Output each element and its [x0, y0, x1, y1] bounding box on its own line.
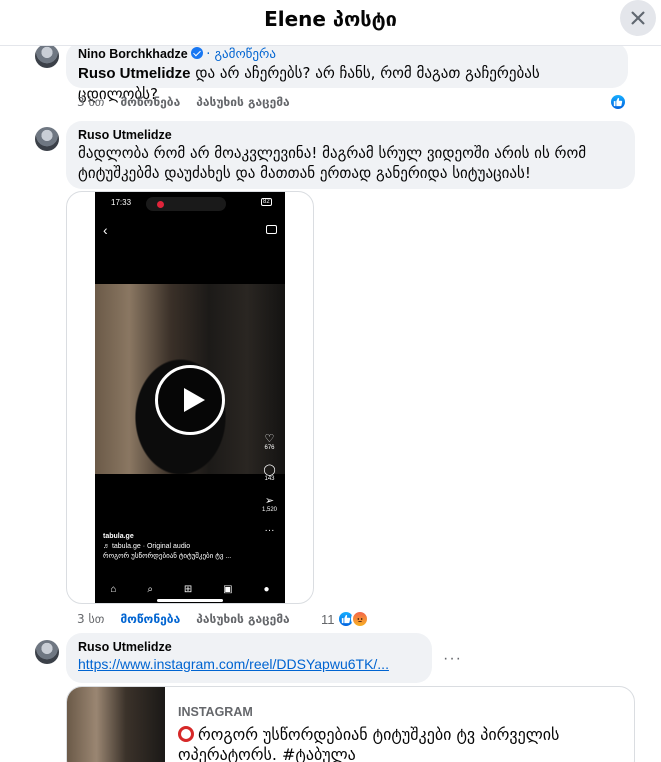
comment-time[interactable]: 3 სთ [77, 612, 104, 626]
reaction-summary[interactable] [609, 93, 627, 111]
reel-side-actions: ♡ 676 ◯ 143 ➢ 1,520 ··· [262, 432, 277, 548]
play-icon [183, 388, 205, 412]
comment-author[interactable]: Nino Borchkhadze · გამოწერა [78, 46, 616, 63]
avatar[interactable] [35, 127, 59, 151]
back-arrow-icon: ‹ [103, 222, 108, 238]
verified-badge-icon [190, 47, 203, 59]
like-reaction-icon [609, 93, 627, 111]
comment-bubble: Ruso Utmelidze მადლობა რომ არ მოაკვლევინ… [66, 121, 635, 189]
avatar[interactable] [35, 640, 59, 664]
preview-title: როგორ უსწორდებიან ტიტუშკები ტვ პირველის … [178, 725, 628, 762]
like-button[interactable]: მოწონება [120, 95, 180, 109]
preview-thumbnail [67, 687, 165, 762]
mention-link[interactable]: Ruso Utmelidze [78, 65, 191, 82]
home-icon: ⌂ [110, 584, 117, 595]
reel-audio: ♬ tabula.ge · Original audio [103, 543, 191, 550]
comment-bubble: Ruso Utmelidze https://www.instagram.com… [66, 633, 432, 683]
reel-caption-text: როგორ უსწორდებიან ტიტუშკები ტვ ... [103, 553, 232, 560]
comments-dialog: Elene პოსტი Nino Borchkhadze · გამოწერა … [0, 0, 661, 762]
comment-time[interactable]: 3 სთ [77, 95, 104, 109]
dialog-title: Elene პოსტი [264, 7, 397, 31]
status-time: 17:33 [111, 198, 132, 207]
comment-author[interactable]: Ruso Utmelidze [78, 639, 420, 655]
reaction-summary[interactable]: 11 [321, 610, 369, 628]
search-icon: ⌕ [147, 584, 153, 595]
instagram-link[interactable]: https://www.instagram.com/reel/DDSYapwu6… [78, 655, 420, 673]
preview-source: INSTAGRAM [178, 705, 253, 719]
close-icon [631, 11, 645, 25]
dialog-header: Elene პოსტი [0, 0, 661, 46]
red-circle-icon [178, 726, 194, 742]
heart-icon: ♡ 676 [264, 433, 275, 451]
reel-caption: tabula.ge ♬ tabula.ge · Original audio რ… [103, 532, 231, 562]
comment-icon: ◯ 143 [263, 464, 276, 482]
avatar[interactable] [35, 44, 59, 68]
reply-button[interactable]: პასუხის გაცემა [196, 612, 289, 626]
link-preview-card[interactable]: INSTAGRAM როგორ უსწორდებიან ტიტუშკები ტვ… [66, 686, 635, 762]
share-count: 1,520 [261, 507, 277, 513]
author-name[interactable]: Nino Borchkhadze [78, 47, 188, 61]
angry-reaction-icon [350, 610, 369, 628]
more-icon: ··· [264, 525, 275, 536]
preview-title-text: როგორ უსწორდებიან ტიტუშკები ტვ პირველის … [178, 725, 560, 762]
comment-actions: 3 სთ მოწონება პასუხის გაცემა [77, 95, 290, 109]
battery-icon: 82 [261, 198, 272, 206]
camera-icon [266, 225, 277, 234]
follow-link[interactable]: · გამოწერა [206, 47, 276, 62]
phone-screenshot: 17:33 82 ‹ ♡ 676 ◯ 143 ➢ 1,520 ··· tabula.g… [95, 192, 285, 603]
reels-icon: ▣ [223, 584, 233, 595]
comment-actions: 3 სთ მოწონება პასუხის გაცემა [77, 612, 290, 626]
profile-icon: ● [263, 584, 270, 595]
play-button[interactable] [155, 365, 225, 435]
phone-status-bar: 17:33 82 [95, 197, 285, 212]
phone-nav-bar: ⌂ ⌕ ⊞ ▣ ● [95, 584, 285, 595]
comment-count: 143 [264, 476, 275, 482]
close-button[interactable] [620, 0, 656, 36]
add-icon: ⊞ [183, 584, 193, 595]
reply-button[interactable]: პასუხის გაცემა [196, 95, 289, 109]
comment-author[interactable]: Ruso Utmelidze [78, 127, 623, 143]
share-icon: ➢ 1,520 [261, 495, 277, 513]
reel-handle: tabula.ge [103, 533, 134, 540]
comment-bubble: Nino Borchkhadze · გამოწერა Ruso Utmelid… [66, 42, 628, 103]
video-attachment[interactable]: 17:33 82 ‹ ♡ 676 ◯ 143 ➢ 1,520 ··· tabula.g… [66, 191, 314, 604]
more-options-button[interactable]: ··· [443, 650, 462, 668]
home-indicator [157, 599, 223, 602]
like-button[interactable]: მოწონება [120, 612, 180, 626]
comment-text: მადლობა რომ არ მოაკვლევინა! მაგრამ სრულ … [78, 144, 587, 182]
like-count: 676 [264, 445, 275, 451]
record-dot-icon [157, 201, 164, 208]
reaction-count: 11 [321, 611, 335, 627]
